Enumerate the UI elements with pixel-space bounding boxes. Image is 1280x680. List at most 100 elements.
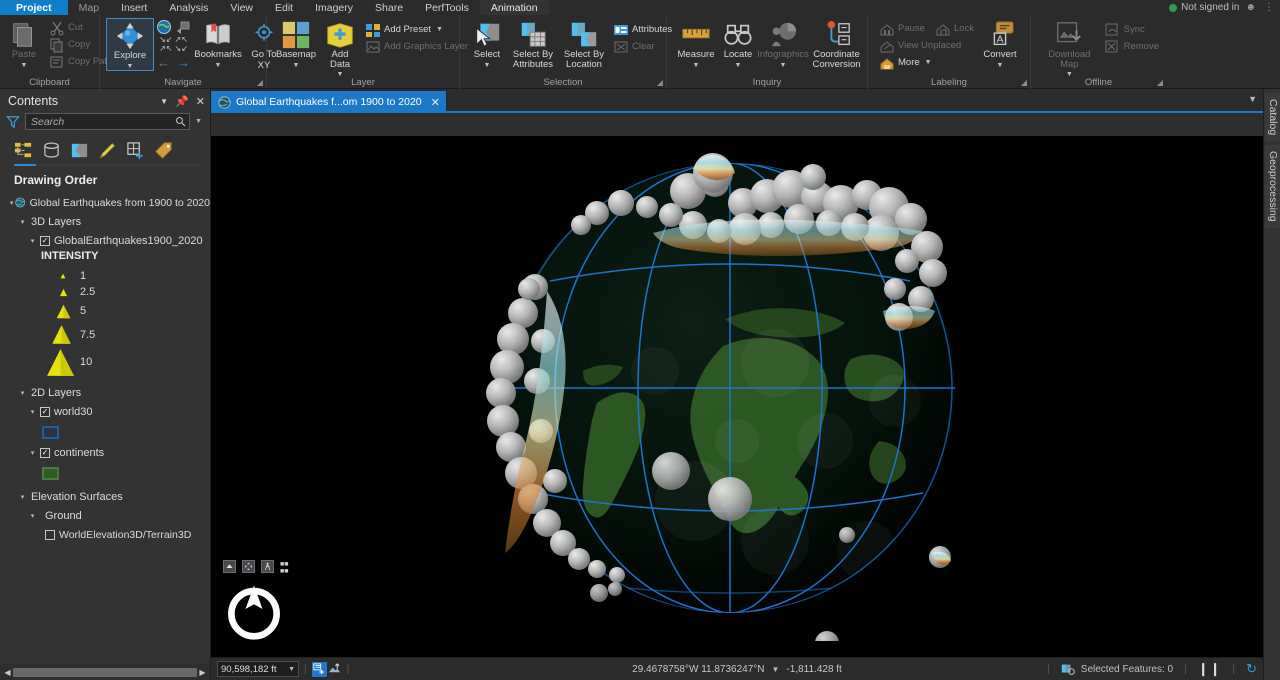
selection-dialog-launcher[interactable]: ◢ xyxy=(657,78,663,87)
scale-selector[interactable]: 90,598,182 ft ▼ xyxy=(217,661,299,677)
tree-layer-earthquakes[interactable]: ▾ ✓ GlobalEarthquakes1900_2020 xyxy=(0,231,210,250)
convert-labels-button[interactable]: A Convert ▼ xyxy=(979,18,1021,69)
menu-tab-analysis[interactable]: Analysis xyxy=(158,0,219,15)
tree-item-ground[interactable]: ▾ Ground xyxy=(0,506,210,525)
basemap-button[interactable]: Basemap ▼ xyxy=(274,18,318,69)
help-icon[interactable]: ⋮ xyxy=(1262,2,1276,13)
search-icon[interactable] xyxy=(175,116,186,127)
notifications-icon[interactable]: ☻ xyxy=(1243,2,1258,13)
list-by-data-source-icon[interactable] xyxy=(42,141,61,160)
add-preset-caret-icon[interactable]: ▼ xyxy=(436,26,443,33)
sync-button[interactable]: Sync xyxy=(1102,21,1162,38)
lock-labeling-button[interactable]: Lock xyxy=(932,20,977,37)
download-map-button[interactable]: Download Map ▼ xyxy=(1039,18,1100,78)
menu-tab-share[interactable]: Share xyxy=(364,0,414,15)
next-extent-icon[interactable]: → xyxy=(177,56,190,69)
menu-tab-animation[interactable]: Animation xyxy=(479,0,549,15)
contents-horizontal-scrollbar[interactable]: ◀ ▶ xyxy=(0,664,210,680)
menu-tab-project[interactable]: Project xyxy=(0,0,68,15)
dock-tab-catalog[interactable]: Catalog xyxy=(1265,93,1280,142)
add-data-button[interactable]: Add Data ▼ xyxy=(320,18,360,78)
tab-overflow-caret-icon[interactable]: ▼ xyxy=(1248,94,1257,104)
pause-drawing-icon[interactable]: ❙❙ xyxy=(1198,661,1222,677)
add-graphics-layer-button[interactable]: Add Graphics Layer xyxy=(362,38,471,55)
menu-tab-edit[interactable]: Edit xyxy=(264,0,304,15)
tree-item-map[interactable]: ▾ Global Earthquakes from 1900 to 2020 xyxy=(0,193,210,212)
menu-tab-insert[interactable]: Insert xyxy=(110,0,158,15)
measure-button[interactable]: Measure ▼ xyxy=(675,18,717,69)
scroll-right-icon[interactable]: ▶ xyxy=(197,668,208,677)
coordinate-conversion-button[interactable]: Coordinate Conversion xyxy=(809,18,864,70)
full-extent-icon[interactable] xyxy=(156,19,172,35)
infographics-button[interactable]: Infographics ▼ xyxy=(757,18,809,69)
layer-visibility-checkbox[interactable]: ✓ xyxy=(40,447,50,458)
tree-group-elevation-surfaces[interactable]: ▾ Elevation Surfaces xyxy=(0,487,210,506)
zoom-corner-icon-1[interactable]: ↘↙ xyxy=(159,36,172,44)
layer-visibility-checkbox[interactable]: ✓ xyxy=(40,406,50,417)
expander-icon[interactable]: ▾ xyxy=(28,449,37,457)
more-labeling-caret-icon[interactable]: ▼ xyxy=(925,59,932,66)
contents-menu-icon[interactable]: ▼ xyxy=(160,97,168,106)
filter-icon[interactable] xyxy=(6,115,20,129)
tree-group-3d-layers[interactable]: ▾ 3D Layers xyxy=(0,212,210,231)
expander-icon[interactable]: ▾ xyxy=(18,493,27,501)
tree-layer-continents[interactable]: ▾ ✓ continents xyxy=(0,443,210,462)
bookmarks-caret-icon[interactable]: ▼ xyxy=(215,62,222,69)
dock-tab-geoprocessing[interactable]: Geoprocessing xyxy=(1265,145,1280,228)
tree-group-2d-layers[interactable]: ▾ 2D Layers xyxy=(0,383,210,402)
layer-visibility-checkbox[interactable]: ✓ xyxy=(40,235,50,246)
expander-icon[interactable]: ▾ xyxy=(8,199,15,207)
close-icon[interactable]: ✕ xyxy=(196,95,205,108)
remove-offline-button[interactable]: Remove xyxy=(1102,38,1162,55)
add-preset-button[interactable]: Add Preset ▼ xyxy=(362,21,471,38)
basemap-caret-icon[interactable]: ▼ xyxy=(293,62,300,69)
pin-icon[interactable]: 📌 xyxy=(175,95,189,108)
menu-tab-map[interactable]: Map xyxy=(68,0,110,15)
infographics-caret-icon[interactable]: ▼ xyxy=(780,62,787,69)
select-caret-icon[interactable]: ▼ xyxy=(484,62,491,69)
list-by-editing-icon[interactable] xyxy=(98,141,117,160)
expander-icon[interactable]: ▾ xyxy=(28,408,37,416)
pan-tool-icon[interactable] xyxy=(242,560,255,573)
paste-caret-icon[interactable]: ▼ xyxy=(21,62,28,69)
zoom-corner-icon-2[interactable]: ↗↖ xyxy=(175,36,188,44)
select-by-attributes-button[interactable]: Select By Attributes xyxy=(508,18,558,70)
explore-button[interactable]: Explore ▼ xyxy=(106,18,154,71)
view-unplaced-button[interactable]: View Unplaced xyxy=(876,37,977,54)
map-view-tab[interactable]: Global Earthquakes f...om 1900 to 2020 ✕ xyxy=(211,91,446,113)
selected-features-tool-icon[interactable] xyxy=(311,661,327,677)
locate-caret-icon[interactable]: ▼ xyxy=(735,62,742,69)
select-button[interactable]: Select ▼ xyxy=(468,18,506,69)
list-by-labeling-icon[interactable] xyxy=(154,141,173,160)
account-status[interactable]: Not signed in ☻ ⋮ xyxy=(1169,0,1276,15)
zoom-corner-icon-3[interactable]: ↗↖ xyxy=(159,45,172,53)
previous-camera-icon[interactable] xyxy=(175,19,191,35)
expand-tools-icon[interactable]: ■■ ■■ xyxy=(280,560,288,575)
surface-visibility-checkbox[interactable] xyxy=(45,529,55,540)
list-by-selection-icon[interactable] xyxy=(70,141,89,160)
bookmarks-button[interactable]: Bookmarks ▼ xyxy=(193,18,243,69)
search-options-caret-icon[interactable]: ▼ xyxy=(195,118,202,125)
list-by-drawing-order-icon[interactable] xyxy=(14,141,33,160)
look-around-icon[interactable] xyxy=(223,560,236,573)
select-by-location-button[interactable]: Select By Location xyxy=(560,18,608,70)
walk-tool-icon[interactable] xyxy=(261,560,274,573)
expander-icon[interactable]: ▾ xyxy=(28,512,37,520)
search-box[interactable] xyxy=(25,113,191,130)
expander-icon[interactable]: ▾ xyxy=(18,389,27,397)
list-by-snapping-icon[interactable] xyxy=(126,141,145,160)
more-labeling-button[interactable]: More ▼ xyxy=(876,54,977,71)
close-tab-icon[interactable]: ✕ xyxy=(431,96,440,109)
measure-caret-icon[interactable]: ▼ xyxy=(693,62,700,69)
scroll-thumb[interactable] xyxy=(13,667,197,677)
refresh-icon[interactable]: ↻ xyxy=(1246,661,1257,677)
menu-tab-imagery[interactable]: Imagery xyxy=(304,0,364,15)
explore-caret-icon[interactable]: ▼ xyxy=(127,63,134,70)
pause-labeling-button[interactable]: Pause xyxy=(876,20,928,37)
map-canvas[interactable]: ■■ ■■ xyxy=(211,136,1263,657)
search-input[interactable] xyxy=(31,115,176,128)
tree-layer-world30[interactable]: ▾ ✓ world30 xyxy=(0,402,210,421)
clear-selection-button[interactable]: Clear xyxy=(610,38,675,55)
tree-item-terrain3d[interactable]: WorldElevation3D/Terrain3D xyxy=(0,525,210,544)
expander-icon[interactable]: ▾ xyxy=(28,237,37,245)
